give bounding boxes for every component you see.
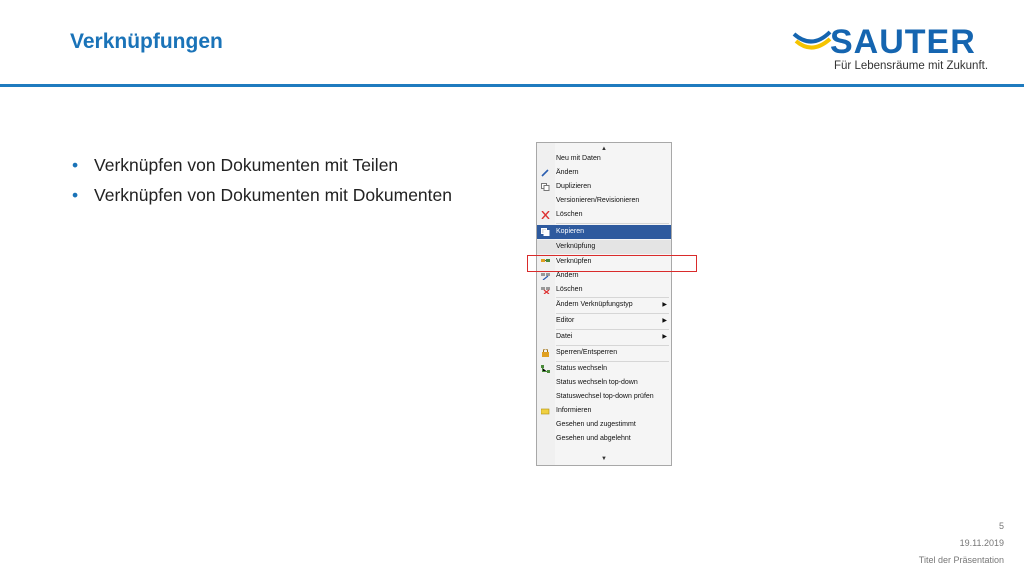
menu-item-loeschen[interactable]: Löschen: [537, 208, 671, 222]
menu-item-neu-mit-daten[interactable]: Neu mit Daten: [537, 152, 671, 166]
highlight-annotation-box: [527, 255, 697, 272]
menu-item-duplizieren[interactable]: Duplizieren: [537, 180, 671, 194]
menu-item-status-wechseln[interactable]: Status wechseln: [537, 362, 671, 376]
page-number: 5: [998, 521, 1004, 531]
copy-icon: [541, 228, 550, 236]
menu-item-kopieren[interactable]: Kopieren: [537, 225, 671, 239]
inform-icon: [541, 408, 550, 415]
submenu-arrow-icon: ▶: [662, 318, 667, 324]
menu-item-versionieren[interactable]: Versionieren/Revisionieren: [537, 194, 671, 208]
bullet-list: • Verknüpfen von Dokumenten mit Teilen • V…: [72, 150, 452, 210]
logo-swoosh-icon: [792, 30, 832, 50]
menu-item-informieren[interactable]: Informieren: [537, 404, 671, 418]
link-edit-icon: [541, 273, 550, 280]
menu-item-sperren[interactable]: Sperren/Entsperren: [537, 346, 671, 360]
bullet-item: • Verknüpfen von Dokumenten mit Dokumente…: [72, 185, 452, 205]
duplicate-icon: [541, 183, 550, 191]
menu-item-aendern-verknuepfungstyp[interactable]: Ändern Verknüpfungstyp ▶: [537, 298, 671, 312]
menu-group-verknuepfung[interactable]: Verknüpfung: [537, 240, 671, 254]
menu-item-status-top-down[interactable]: Status wechseln top-down: [537, 376, 671, 390]
footer-date: 19.11.2019: [959, 538, 1004, 548]
menu-item-gesehen-zugestimmt[interactable]: Gesehen und zugestimmt: [537, 418, 671, 432]
lock-icon: [542, 349, 549, 357]
menu-item-link-loeschen[interactable]: Löschen: [537, 283, 671, 297]
logo-tagline: Für Lebensräume mit Zukunft.: [834, 60, 989, 72]
link-delete-icon: [541, 287, 550, 294]
delete-x-icon: [541, 211, 550, 219]
bullet-item: • Verknüpfen von Dokumenten mit Teilen: [72, 155, 399, 175]
logo-wordmark: SAUTER: [830, 23, 976, 61]
sauter-logo: SAUTER Für Lebensräume mit Zukunft.: [792, 22, 992, 76]
menu-item-datei[interactable]: Datei ▶: [537, 330, 671, 344]
menu-item-aendern[interactable]: Ändern: [537, 166, 671, 180]
scroll-down-icon[interactable]: ▼: [537, 455, 671, 463]
menu-separator: [556, 223, 669, 224]
menu-item-gesehen-abgelehnt[interactable]: Gesehen und abgelehnt: [537, 432, 671, 446]
menu-item-statuswechsel-pruefen[interactable]: Statuswechsel top-down prüfen: [537, 390, 671, 404]
header-divider: [0, 84, 1024, 87]
menu-item-editor[interactable]: Editor ▶: [537, 314, 671, 328]
status-icon: [541, 365, 550, 373]
footer-presentation-title: Titel der Präsentation: [918, 555, 1004, 565]
pencil-icon: [541, 169, 549, 177]
submenu-arrow-icon: ▶: [662, 334, 667, 340]
slide-title: Verknüpfungen: [70, 30, 223, 53]
submenu-arrow-icon: ▶: [662, 302, 667, 308]
context-menu: ▲ Neu mit Daten Ändern Duplizieren Versi…: [536, 142, 672, 466]
